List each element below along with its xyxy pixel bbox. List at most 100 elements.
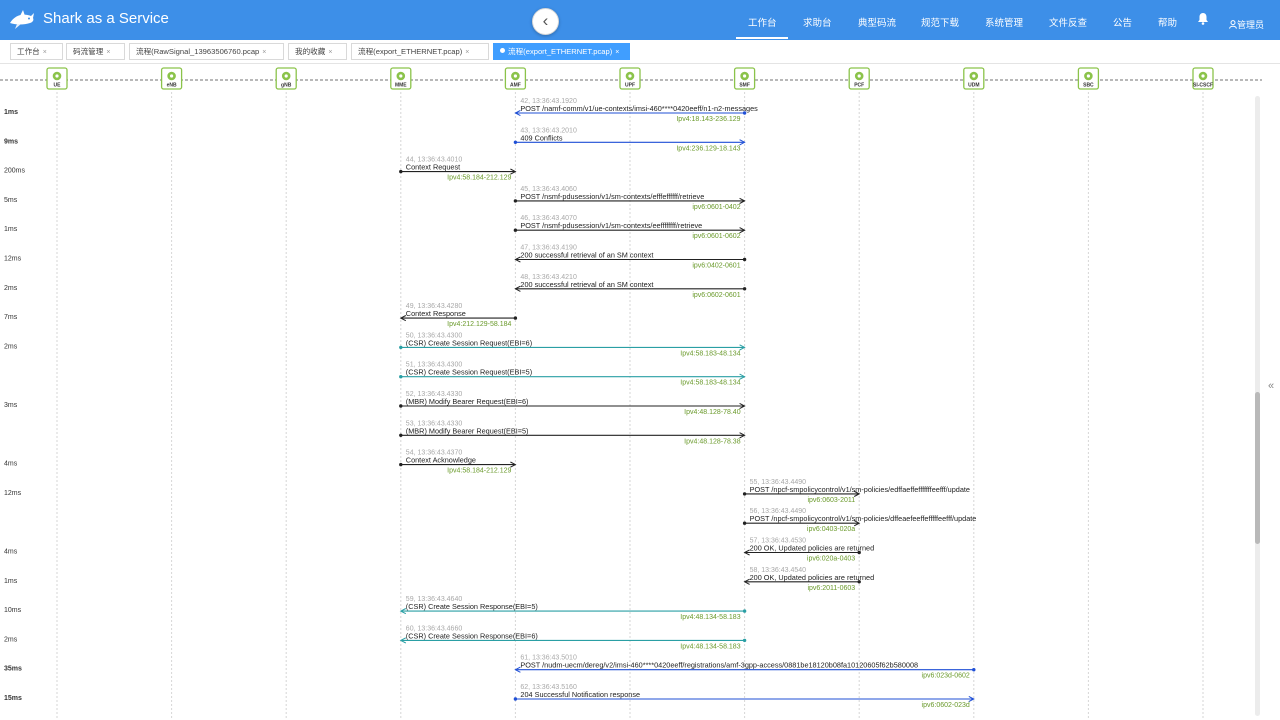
sender-dot <box>513 316 518 320</box>
message-row[interactable]: 2ms60, 13:36:43.4660(CSR) Create Session… <box>4 625 747 650</box>
message-row[interactable]: 51, 13:36:43.4300(CSR) Create Session Re… <box>399 362 746 387</box>
nav-item-help[interactable]: 帮助 <box>1158 15 1177 29</box>
time-delta: 5ms <box>4 197 18 204</box>
double-chevron-left-icon[interactable]: « <box>1268 380 1274 392</box>
entity-sbc-icon[interactable]: SBC <box>1077 67 1100 90</box>
message-row[interactable]: 12ms47, 13:36:43.4190200 successful retr… <box>4 245 747 270</box>
message-address: Ipv4:18.143-236.129 <box>676 116 740 123</box>
message-row[interactable]: 2ms50, 13:36:43.4300(CSR) Create Session… <box>4 332 746 357</box>
nav-item-file-lookup[interactable]: 文件反查 <box>1049 15 1087 29</box>
message-row[interactable]: 12ms55, 13:36:43.4490POST /npcf-smpolicy… <box>4 479 970 504</box>
message-address: ipv6:0603-2011 <box>807 497 855 504</box>
tab-flow-export-ethernet[interactable]: 流程(export_ETHERNET.pcap) × <box>351 43 489 60</box>
tab-stream-management[interactable]: 码流管理 × <box>66 43 125 60</box>
time-delta: 1ms <box>4 578 18 585</box>
message-row[interactable]: 4ms57, 13:36:43.4530200 OK, Updated poli… <box>4 538 874 563</box>
sender-dot <box>399 404 403 408</box>
message-text: POST /nudm-uecm/dereg/v2/imsi-460****042… <box>520 661 918 670</box>
sender-dot <box>513 140 518 144</box>
entity-mme-icon[interactable]: MME <box>390 67 412 90</box>
time-delta: 10ms <box>4 607 22 614</box>
user-icon <box>1229 20 1237 29</box>
message-row[interactable]: 3ms52, 13:36:43.4330(MBR) Modify Bearer … <box>4 391 746 416</box>
message-address: ipv6:2011-0603 <box>807 585 855 592</box>
entity-enb-icon[interactable]: eNB <box>160 67 183 90</box>
bell-icon[interactable] <box>1197 12 1209 30</box>
collapse-sidebar-button[interactable]: ‹ <box>532 8 559 35</box>
message-text: POST /namf-comm/v1/ue-contexts/imsi-460*… <box>520 104 758 113</box>
message-row[interactable]: 9ms43, 13:36:43.2010409 ConflictsIpv4:23… <box>4 127 746 152</box>
message-row[interactable]: 5ms45, 13:36:43.4060POST /nsmf-pdusessio… <box>4 186 746 211</box>
entity-upf-icon[interactable]: UPF <box>619 67 641 90</box>
entity-label: gNB <box>281 83 292 89</box>
nav-item-spec-download[interactable]: 规范下载 <box>921 15 959 29</box>
message-row[interactable]: 200ms44, 13:36:43.4010Context RequestIpv… <box>4 157 517 182</box>
entity-smf-icon[interactable]: SMF <box>733 67 756 90</box>
entity-label: UE <box>54 83 62 89</box>
message-text: 200 successful retrieval of an SM contex… <box>520 280 653 289</box>
message-row[interactable]: 53, 13:36:43.4330(MBR) Modify Bearer Req… <box>399 420 746 445</box>
close-icon[interactable]: × <box>465 49 469 56</box>
message-text: 200 OK, Updated policies are returned <box>750 544 875 553</box>
message-row[interactable]: 1ms42, 13:36:43.1920POST /namf-comm/v1/u… <box>4 98 758 123</box>
entity-gnb-icon[interactable]: gNB <box>275 67 297 90</box>
tab-favorites[interactable]: 我的收藏 × <box>288 43 347 60</box>
sender-dot <box>399 462 403 467</box>
nav-item-workbench[interactable]: 工作台 <box>748 15 777 29</box>
user-menu[interactable]: 管理员 <box>1229 15 1264 33</box>
message-row[interactable]: 7ms49, 13:36:43.4280Context ResponseIpv4… <box>4 303 518 328</box>
message-address: Ipv4:48.128-78.38 <box>684 438 741 445</box>
close-icon[interactable]: × <box>262 49 266 56</box>
nav-item-typical-streams[interactable]: 典型码流 <box>858 15 896 29</box>
time-delta: 1ms <box>4 109 18 116</box>
message-row[interactable]: 4ms54, 13:36:43.4370Context AcknowledgeI… <box>4 450 517 475</box>
sender-dot <box>513 228 518 232</box>
nav-item-helpdesk[interactable]: 求助台 <box>803 15 832 29</box>
message-address: ipv6:0601-0402 <box>692 204 740 211</box>
scrollbar-thumb[interactable] <box>1255 392 1260 544</box>
message-row[interactable]: 10ms59, 13:36:43.4640(CSR) Create Sessio… <box>4 596 747 621</box>
nav-item-system-admin[interactable]: 系统管理 <box>985 15 1023 29</box>
entity-si-cscf-icon[interactable]: SI-CSCF <box>1192 67 1214 90</box>
message-row[interactable]: 1ms46, 13:36:43.4070POST /nsmf-pdusessio… <box>4 215 746 240</box>
tab-label: 码流管理 <box>73 47 104 56</box>
entity-pcf-icon[interactable]: PCF <box>848 67 870 90</box>
entity-ue-icon[interactable]: UE <box>46 67 68 90</box>
message-address: Ipv4:58.184-212.129 <box>447 175 511 182</box>
close-icon[interactable]: × <box>43 49 47 56</box>
close-icon[interactable]: × <box>328 49 332 56</box>
message-address: ipv6:023d-0602 <box>922 673 970 680</box>
message-row[interactable]: 35ms61, 13:36:43.5010POST /nudm-uecm/der… <box>4 655 976 680</box>
message-text: (CSR) Create Session Response(EBI=6) <box>406 631 538 640</box>
sender-dot <box>972 668 976 672</box>
close-icon[interactable]: × <box>106 49 110 56</box>
sender-dot <box>742 492 747 496</box>
time-delta: 12ms <box>4 256 22 263</box>
entity-label: UPF <box>625 83 635 89</box>
entity-label: eNB <box>167 83 177 89</box>
message-text: (MBR) Modify Bearer Request(EBI=5) <box>406 426 529 435</box>
sender-dot <box>399 169 403 174</box>
entity-label: AMF <box>510 83 521 89</box>
message-row[interactable]: 2ms48, 13:36:43.4210200 successful retri… <box>4 274 747 299</box>
tab-flow-rawsignal[interactable]: 流程(RawSignal_13963506760.pcap × <box>129 43 284 60</box>
user-name: 管理员 <box>1237 20 1265 30</box>
message-row[interactable]: 1ms58, 13:36:43.4540200 OK, Updated poli… <box>4 567 874 592</box>
message-text: 204 Successful Notification response <box>520 690 640 699</box>
sender-dot <box>399 375 403 379</box>
message-text: (CSR) Create Session Request(EBI=6) <box>406 338 532 347</box>
entity-udm-icon[interactable]: UDM <box>963 67 985 90</box>
message-address: Ipv4:48.128-78.40 <box>684 409 741 416</box>
tab-flow-export-ethernet-active[interactable]: 流程(export_ETHERNET.pcap) × <box>493 43 630 60</box>
entity-amf-icon[interactable]: AMF <box>504 67 527 90</box>
sequence-diagram: UE eNB gNB MME AMF UPF SMF PCF UDM SBC SI-CSCF 1ms 4… <box>0 64 1280 720</box>
chevron-left-icon: ‹ <box>542 11 549 30</box>
message-text: (MBR) Modify Bearer Request(EBI=6) <box>406 397 529 406</box>
close-icon[interactable]: × <box>615 49 619 56</box>
tab-bar: 工作台 × 码流管理 × 流程(RawSignal_13963506760.pcap… <box>0 40 1280 64</box>
time-delta: 12ms <box>4 490 22 497</box>
message-text: 409 Conflicts <box>520 133 563 142</box>
message-row[interactable]: 15ms62, 13:36:43.5160204 Successful Noti… <box>4 684 975 709</box>
tab-workbench[interactable]: 工作台 × <box>10 43 63 60</box>
nav-item-announcements[interactable]: 公告 <box>1113 15 1132 29</box>
